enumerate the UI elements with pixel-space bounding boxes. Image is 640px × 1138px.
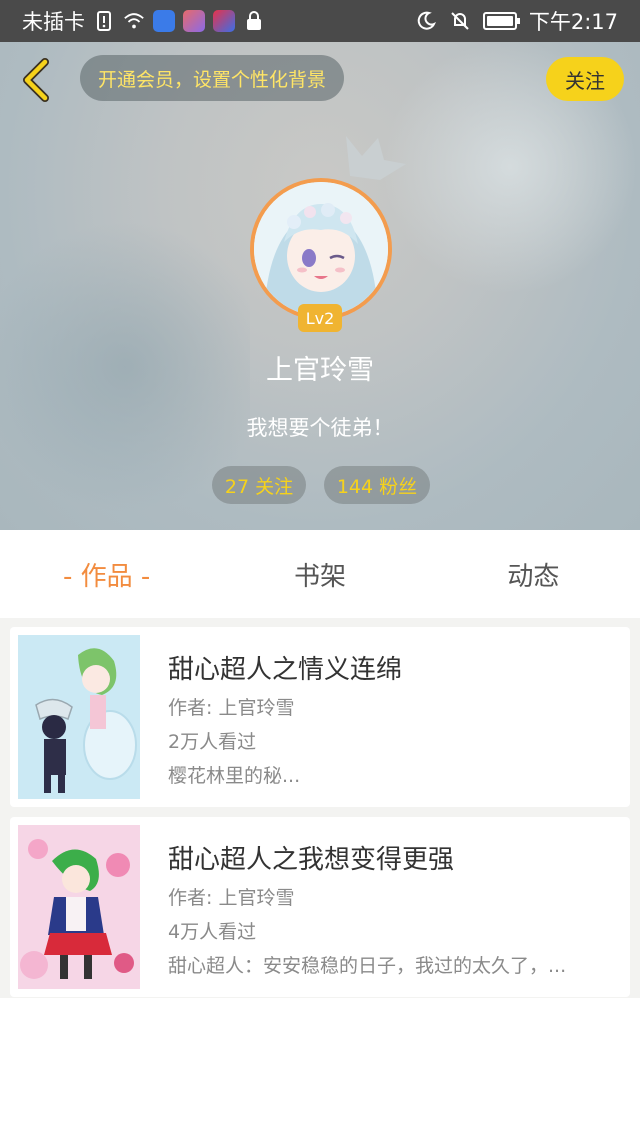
- tab-works[interactable]: - 作品 -: [0, 530, 213, 618]
- avatar[interactable]: [250, 178, 392, 320]
- status-bar: 未插卡 下午2:17: [0, 0, 640, 42]
- book-title: 甜心超人之情义连绵: [168, 655, 403, 685]
- sim-alert-icon: [93, 10, 115, 32]
- tab-bookshelf[interactable]: 书架: [213, 530, 426, 618]
- book-cover: [18, 825, 140, 989]
- lock-icon: [243, 10, 265, 32]
- moon-icon: [415, 10, 437, 32]
- works-list: 甜心超人之情义连绵 作者: 上官玲雪 2万人看过 樱花林里的秘... 甜心超人之…: [0, 618, 640, 998]
- back-button[interactable]: [14, 56, 58, 104]
- following-count: 27 关注: [224, 475, 294, 498]
- book-views: 4万人看过: [168, 921, 257, 943]
- tab-activity[interactable]: 动态: [427, 530, 640, 618]
- book-description: 甜心超人：安安稳稳的日子，我过的太久了，...: [168, 955, 567, 977]
- username: 上官玲雪: [266, 355, 374, 386]
- back-arrow-icon: [23, 58, 49, 102]
- vip-background-button[interactable]: 开通会员，设置个性化背景: [80, 55, 345, 101]
- follow-label: 关注: [565, 68, 605, 93]
- baidu-app-icon: [153, 10, 175, 32]
- level-badge: Lv2: [298, 304, 342, 332]
- book-author: 作者: 上官玲雪: [168, 887, 295, 909]
- book-views: 2万人看过: [168, 731, 257, 753]
- video-app-icon: [213, 10, 235, 32]
- avatar-image: [254, 182, 388, 316]
- book-author: 作者: 上官玲雪: [168, 697, 295, 719]
- wifi-icon: [123, 10, 145, 32]
- carrier-label: 未插卡: [22, 10, 85, 34]
- following-count-button[interactable]: 27 关注: [212, 466, 306, 504]
- follow-button[interactable]: 关注: [546, 57, 624, 101]
- book-title: 甜心超人之我想变得更强: [168, 845, 455, 875]
- tab-works-label: - 作品 -: [63, 561, 151, 592]
- battery-icon: [482, 12, 520, 30]
- profile-header: 开通会员，设置个性化背景 关注 Lv2 上官玲雪 我想要个徒弟！ 27 关注 1…: [0, 42, 640, 530]
- book-description: 樱花林里的秘...: [168, 765, 301, 787]
- tab-bar: - 作品 - 书架 动态: [0, 530, 640, 618]
- tab-bookshelf-label: 书架: [293, 561, 346, 592]
- app-icon: [183, 10, 205, 32]
- mute-bell-icon: [449, 10, 471, 32]
- tab-activity-label: 动态: [507, 561, 560, 592]
- vip-prompt-label: 开通会员，设置个性化背景: [98, 68, 327, 91]
- list-item[interactable]: 甜心超人之我想变得更强 作者: 上官玲雪 4万人看过 甜心超人：安安稳稳的日子，…: [10, 817, 630, 997]
- fans-count-button[interactable]: 144 粉丝: [324, 466, 430, 504]
- fans-count: 144 粉丝: [336, 475, 418, 498]
- status-time: 下午2:17: [528, 10, 618, 34]
- book-cover: [18, 635, 140, 799]
- list-item[interactable]: 甜心超人之情义连绵 作者: 上官玲雪 2万人看过 樱花林里的秘...: [10, 627, 630, 807]
- user-bio: 我想要个徒弟！: [246, 416, 394, 440]
- level-label: Lv2: [305, 308, 335, 328]
